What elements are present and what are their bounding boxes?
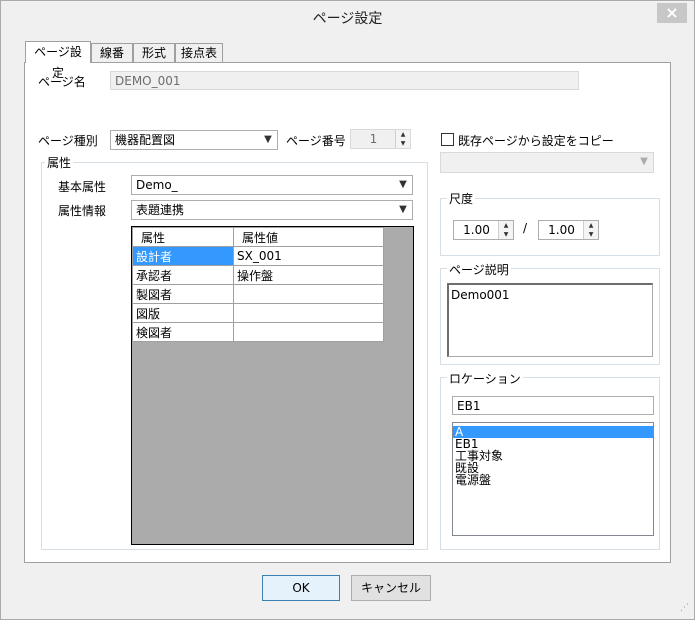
- tab-page-settings[interactable]: ページ設定: [25, 41, 91, 80]
- attribute-value-cell[interactable]: SX_001: [233, 246, 384, 266]
- base-attribute-value: Demo_: [136, 178, 178, 192]
- column-header-value[interactable]: 属性値: [233, 227, 384, 247]
- spin-down-icon[interactable]: ▼: [499, 230, 513, 239]
- table-row[interactable]: 図版: [132, 303, 384, 323]
- ok-button[interactable]: OK: [262, 575, 340, 601]
- chevron-down-icon: ▼: [399, 204, 407, 215]
- list-item[interactable]: A: [453, 426, 653, 438]
- scale-denominator-spinner[interactable]: 1.00 ▲ ▼: [538, 220, 599, 240]
- spin-up-icon[interactable]: ▲: [396, 130, 410, 139]
- attribute-info-select[interactable]: 表題連携 ▼: [131, 200, 413, 220]
- scale-group-title: 尺度: [447, 190, 476, 207]
- tab-wire-number[interactable]: 線番: [91, 43, 133, 62]
- copy-existing-checkbox[interactable]: [441, 133, 454, 146]
- attribute-name-cell[interactable]: 設計者: [132, 246, 234, 266]
- page-description-group-title: ページ説明: [447, 261, 511, 278]
- spin-down-icon[interactable]: ▼: [396, 139, 410, 148]
- column-header-attribute[interactable]: 属性: [132, 227, 234, 247]
- tab-contact-table[interactable]: 接点表: [175, 43, 223, 62]
- page-type-select[interactable]: 機器配置図 ▼: [110, 130, 278, 150]
- close-icon: ×: [665, 3, 679, 22]
- attribute-value-cell[interactable]: [233, 322, 384, 342]
- resize-grip-icon[interactable]: ⋰: [680, 603, 689, 613]
- chevron-down-icon: ▼: [399, 179, 407, 190]
- page-description-textarea[interactable]: Demo001: [447, 283, 653, 357]
- list-item[interactable]: 工事対象: [453, 450, 653, 462]
- attribute-name-cell[interactable]: 製図者: [132, 284, 234, 304]
- cancel-button[interactable]: キャンセル: [351, 575, 431, 601]
- page-number-spin-buttons[interactable]: ▲ ▼: [395, 130, 410, 148]
- attribute-name-cell[interactable]: 検図者: [132, 322, 234, 342]
- attribute-name-cell[interactable]: 承認者: [132, 265, 234, 285]
- spin-up-icon[interactable]: ▲: [584, 221, 598, 230]
- spin-up-icon[interactable]: ▲: [499, 221, 513, 230]
- table-row[interactable]: 設計者 SX_001: [132, 246, 384, 266]
- spin-down-icon[interactable]: ▼: [584, 230, 598, 239]
- copy-existing-select[interactable]: ▼: [440, 152, 654, 173]
- scale-numerator-spin-buttons[interactable]: ▲ ▼: [498, 221, 513, 239]
- location-group-title: ロケーション: [447, 370, 523, 387]
- page-number-spinner[interactable]: 1 ▲ ▼: [350, 129, 411, 149]
- base-attribute-label: 基本属性: [58, 180, 107, 194]
- page-name-field[interactable]: DEMO_001: [110, 71, 579, 90]
- dialog-title: ページ設定: [312, 11, 383, 27]
- title-bar[interactable]: ページ設定 ×: [1, 1, 694, 31]
- location-input[interactable]: EB1: [452, 396, 654, 415]
- table-row[interactable]: 製図者: [132, 284, 384, 304]
- attribute-table: 属性 属性値 設計者 SX_001 承認者 操作盤 製図者 図版 検図者: [132, 227, 384, 342]
- scale-denominator-value: 1.00: [548, 223, 575, 237]
- page-type-label: ページ種別: [38, 134, 98, 148]
- attribute-grid[interactable]: 属性 属性値 設計者 SX_001 承認者 操作盤 製図者 図版 検図者: [131, 226, 414, 545]
- scale-numerator-spinner[interactable]: 1.00 ▲ ▼: [453, 220, 514, 240]
- tab-format[interactable]: 形式: [133, 43, 175, 62]
- list-item[interactable]: 電源盤: [453, 474, 653, 486]
- table-header-row: 属性 属性値: [132, 227, 384, 247]
- attributes-group-title: 属性: [45, 154, 74, 171]
- page-number-label: ページ番号: [286, 134, 346, 148]
- table-row[interactable]: 検図者: [132, 322, 384, 342]
- chevron-down-icon: ▼: [264, 134, 272, 145]
- chevron-down-icon: ▼: [640, 156, 648, 167]
- attribute-value-cell[interactable]: 操作盤: [233, 265, 384, 285]
- attribute-value-cell[interactable]: [233, 303, 384, 323]
- base-attribute-select[interactable]: Demo_ ▼: [131, 175, 413, 195]
- scale-separator: /: [523, 221, 528, 235]
- copy-existing-label: 既存ページから設定をコピー: [458, 134, 614, 148]
- attribute-info-value: 表題連携: [136, 203, 185, 217]
- scale-denominator-spin-buttons[interactable]: ▲ ▼: [583, 221, 598, 239]
- close-button[interactable]: ×: [657, 3, 687, 23]
- table-row[interactable]: 承認者 操作盤: [132, 265, 384, 285]
- scale-numerator-value: 1.00: [463, 223, 490, 237]
- attribute-info-label: 属性情報: [58, 204, 107, 218]
- page-number-value: 1: [369, 132, 378, 146]
- page-type-value: 機器配置図: [115, 133, 176, 147]
- location-listbox[interactable]: A EB1 工事対象 既設 電源盤: [452, 422, 654, 536]
- attribute-name-cell[interactable]: 図版: [132, 303, 234, 323]
- attribute-value-cell[interactable]: [233, 284, 384, 304]
